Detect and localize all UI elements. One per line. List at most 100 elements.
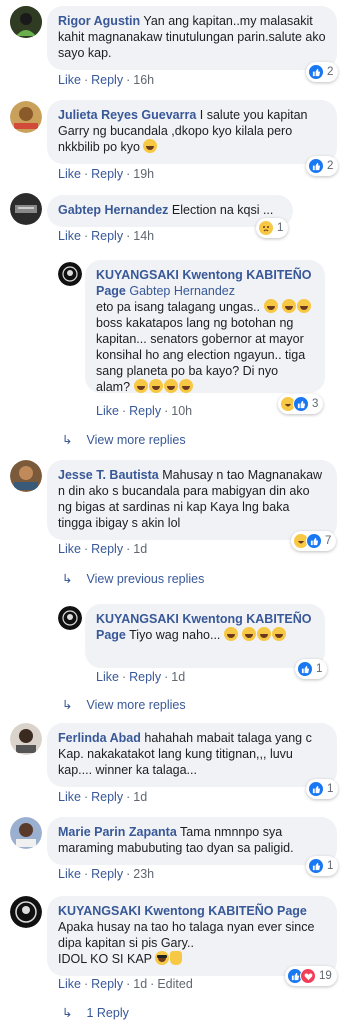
reaction-count: 7 [325,535,332,547]
like-button[interactable]: Like [58,167,81,181]
comment-bubble: Gabtep Hernandez Election na kqsi ... [47,195,293,227]
like-button[interactable]: Like [58,229,81,243]
comment-bubble: Ferlinda Abad hahahah mabait talaga yang… [47,723,337,787]
view-previous-replies-link[interactable]: ↳ View previous replies [62,571,204,586]
timestamp[interactable]: 16h [133,73,154,87]
reaction-summary[interactable]: 1 [306,779,339,799]
reply-button[interactable]: Reply [129,670,161,684]
view-more-replies-link[interactable]: ↳ View more replies [62,432,186,447]
view-more-replies-link[interactable]: ↳ View more replies [62,697,186,712]
comment-author[interactable]: Ferlinda Abad [58,731,141,745]
comment-author[interactable]: Gabtep Hernandez [58,203,168,217]
comment-text: Tiyo wag naho... [129,628,221,642]
avatar[interactable] [10,460,42,492]
reaction-summary[interactable]: 7 [291,531,337,551]
like-reaction-icon [306,533,322,549]
comment-actions: Like · Reply · 16h [58,73,155,87]
reaction-summary[interactable]: 2 [306,62,339,82]
laughing-emoji-icon [223,627,238,641]
page-avatar[interactable] [10,896,42,928]
reaction-summary[interactable]: 2 [306,156,339,176]
timestamp[interactable]: 14h [133,229,154,243]
reaction-count: 2 [327,66,334,78]
like-button[interactable]: Like [58,790,81,804]
grin-emoji-icon [148,379,163,393]
reply-button[interactable]: Reply [91,867,123,881]
laughing-emoji-icon [257,627,272,641]
like-reaction-icon [293,396,309,412]
reply-button[interactable]: Reply [91,977,123,991]
comment-author[interactable]: KUYANGSAKI Kwentong KABITEÑO Page [58,904,307,918]
avatar[interactable] [10,723,42,755]
comment-author[interactable]: Marie Parin Zapanta [58,825,177,839]
comment-text-continued: boss kakatapos lang ng botohan ng kapita… [96,316,306,394]
comment-actions: Like · Reply · 1d [96,670,186,684]
sunglasses-emoji-icon [155,951,170,965]
laughing-emoji-icon [272,627,287,641]
grin-emoji-icon [178,379,193,393]
timestamp[interactable]: 10h [171,404,192,418]
reply-bubble: KUYANGSAKI Kwentong KABITEÑO Page Tiyo w… [85,604,325,668]
comment-author[interactable]: Jesse T. Bautista [58,468,159,482]
reply-button[interactable]: Reply [91,167,123,181]
comment-actions: Like · Reply · 1d [58,542,148,556]
comment-text: Apaka husay na tao ho talaga nyan ever s… [58,920,315,950]
reaction-count: 3 [312,398,319,410]
timestamp[interactable]: 1d [133,790,147,804]
comment-author[interactable]: Rigor Agustin [58,14,140,28]
reaction-count: 2 [327,160,334,172]
avatar[interactable] [10,817,42,849]
reply-button[interactable]: Reply [91,73,123,87]
love-reaction-icon [300,968,316,984]
like-button[interactable]: Like [96,404,119,418]
comment-actions: Like · Reply · 10h [96,404,193,418]
edited-label[interactable]: Edited [157,977,192,991]
laughing-emoji-icon [297,299,311,313]
like-button[interactable]: Like [58,542,81,556]
page-avatar[interactable] [58,262,82,286]
reply-button[interactable]: Reply [91,229,123,243]
comment-author[interactable]: Julieta Reyes Guevarra [58,108,196,122]
page-avatar[interactable] [58,606,82,630]
grin-emoji-icon [143,139,158,153]
reply-arrow-icon: ↳ [62,572,73,586]
comment-text: Election na kqsi ... [171,203,274,217]
comment-actions: Like · Reply · 1d [58,790,148,804]
comment-actions: Like · Reply · 19h [58,167,155,181]
timestamp[interactable]: 19h [133,167,154,181]
like-button[interactable]: Like [58,73,81,87]
avatar[interactable] [10,6,42,38]
grin-emoji-icon [133,379,148,393]
reaction-count: 1 [277,222,284,234]
mention-link[interactable]: Gabtep Hernandez [129,284,235,298]
comment-actions: Like · Reply · 14h [58,229,155,243]
reply-arrow-icon: ↳ [62,433,73,447]
like-button[interactable]: Like [58,977,81,991]
avatar[interactable] [10,101,42,133]
comment-bubble: KUYANGSAKI Kwentong KABITEÑO Page Apaka … [47,896,337,976]
avatar[interactable] [10,193,42,225]
reaction-summary[interactable]: 3 [278,394,324,414]
like-button[interactable]: Like [96,670,119,684]
reaction-summary[interactable]: 1 [256,218,289,238]
reaction-count: 1 [327,860,334,872]
reply-bubble: KUYANGSAKI Kwentong KABITEÑO Page Gabtep… [85,260,325,394]
reply-button[interactable]: Reply [91,790,123,804]
timestamp[interactable]: 1d [171,670,185,684]
reply-button[interactable]: Reply [129,404,161,418]
reaction-summary[interactable]: 1 [306,856,339,876]
comment-actions: Like · Reply · 1d · Edited [58,977,193,991]
sad-reaction-icon [258,220,274,236]
reaction-summary[interactable]: 1 [295,659,328,679]
timestamp[interactable]: 1d [133,977,147,991]
comment-text-continued: IDOL KO SI KAP [58,952,152,966]
like-reaction-icon [297,661,313,677]
reaction-summary[interactable]: 19 [285,966,337,986]
comment-bubble: Julieta Reyes Guevarra I salute you kapi… [47,100,337,164]
reply-button[interactable]: Reply [91,542,123,556]
timestamp[interactable]: 23h [133,867,154,881]
like-reaction-icon [308,781,324,797]
one-reply-link[interactable]: ↳ 1 Reply [62,1005,129,1020]
timestamp[interactable]: 1d [133,542,147,556]
like-button[interactable]: Like [58,867,81,881]
